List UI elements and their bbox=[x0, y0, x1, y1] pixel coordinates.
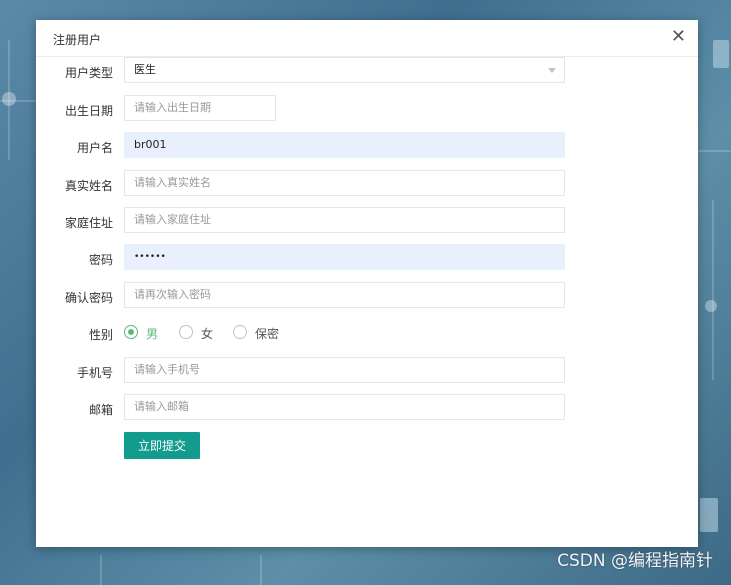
confirm-password-row: 确认密码 请再次输入密码 bbox=[36, 282, 698, 310]
gender-radio-secret[interactable]: 保密 bbox=[233, 323, 293, 343]
gender-option-label: 保密 bbox=[255, 327, 280, 341]
address-input[interactable]: 请输入家庭住址 bbox=[124, 207, 565, 233]
close-icon[interactable]: ✕ bbox=[671, 27, 686, 47]
bg-tile bbox=[713, 40, 729, 68]
dialog-header: 注册用户 ✕ bbox=[36, 20, 698, 57]
chevron-down-icon bbox=[548, 68, 556, 73]
watermark: CSDN @编程指南针 bbox=[557, 551, 713, 571]
bg-line bbox=[698, 150, 731, 152]
email-input[interactable]: 请输入邮箱 bbox=[124, 394, 565, 420]
phone-row: 手机号 请输入手机号 bbox=[36, 357, 698, 385]
real-name-label: 真实姓名 bbox=[64, 179, 113, 193]
user-type-select[interactable]: 医生 bbox=[124, 57, 565, 83]
password-label: 密码 bbox=[88, 253, 113, 267]
bg-node bbox=[2, 92, 16, 106]
birth-date-row: 出生日期 请输入出生日期 bbox=[36, 95, 698, 123]
real-name-row: 真实姓名 请输入真实姓名 bbox=[36, 170, 698, 198]
gender-option-label: 女 bbox=[201, 327, 214, 341]
password-input[interactable]: •••••• bbox=[124, 244, 565, 270]
confirm-password-label: 确认密码 bbox=[64, 291, 113, 305]
phone-label: 手机号 bbox=[76, 366, 113, 380]
register-dialog: 注册用户 ✕ 用户类型 医生 出生日期 请输入出生日期 用户名 br001 真实… bbox=[36, 20, 698, 547]
gender-label: 性别 bbox=[88, 328, 113, 342]
confirm-password-input[interactable]: 请再次输入密码 bbox=[124, 282, 565, 308]
address-label: 家庭住址 bbox=[64, 216, 113, 230]
gender-radio-female[interactable]: 女 bbox=[179, 323, 229, 343]
bg-tile bbox=[700, 498, 718, 532]
dialog-title: 注册用户 bbox=[53, 33, 102, 47]
bg-line bbox=[260, 555, 262, 585]
bg-line bbox=[712, 200, 714, 380]
password-row: 密码 •••••• bbox=[36, 244, 698, 272]
radio-unchecked-icon bbox=[179, 325, 193, 339]
gender-row: 性别 男 女 保密 bbox=[36, 319, 698, 347]
user-type-label: 用户类型 bbox=[64, 66, 113, 80]
gender-option-label: 男 bbox=[146, 327, 159, 341]
username-label: 用户名 bbox=[76, 141, 113, 155]
radio-checked-icon bbox=[124, 325, 138, 339]
email-row: 邮箱 请输入邮箱 bbox=[36, 394, 698, 422]
email-label: 邮箱 bbox=[88, 403, 113, 417]
bg-node bbox=[705, 300, 717, 312]
real-name-input[interactable]: 请输入真实姓名 bbox=[124, 170, 565, 196]
username-row: 用户名 br001 bbox=[36, 132, 698, 160]
user-type-row: 用户类型 医生 bbox=[36, 57, 698, 85]
address-row: 家庭住址 请输入家庭住址 bbox=[36, 207, 698, 235]
submit-button[interactable]: 立即提交 bbox=[124, 432, 200, 459]
birth-date-input[interactable]: 请输入出生日期 bbox=[124, 95, 276, 121]
bg-line bbox=[100, 555, 102, 585]
radio-unchecked-icon bbox=[233, 325, 247, 339]
birth-date-label: 出生日期 bbox=[64, 104, 113, 118]
username-input[interactable]: br001 bbox=[124, 132, 565, 158]
gender-radio-male[interactable]: 男 bbox=[124, 323, 174, 343]
phone-input[interactable]: 请输入手机号 bbox=[124, 357, 565, 383]
user-type-value: 医生 bbox=[134, 63, 156, 76]
